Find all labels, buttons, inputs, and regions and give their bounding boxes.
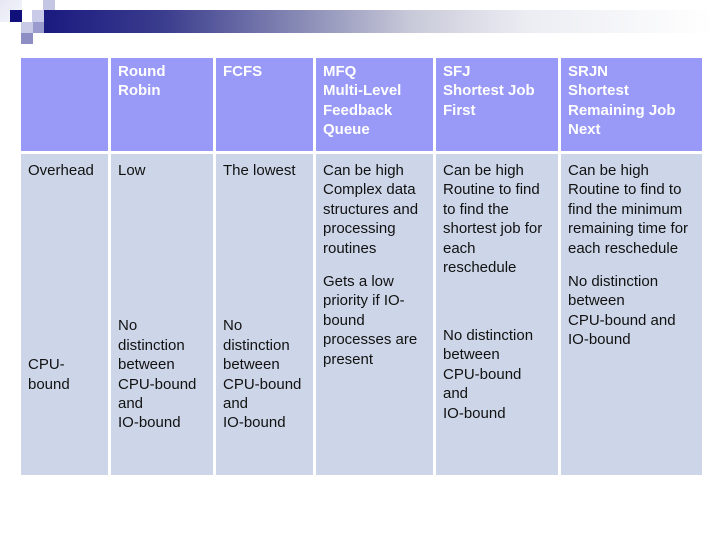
row-label-overhead: Overhead bbox=[21, 154, 108, 274]
header-cell-sfj: SFJ Shortest Job First bbox=[436, 58, 558, 154]
cell-text: No distinction between CPU-bound and IO-… bbox=[118, 317, 197, 432]
cell-overhead-fcfs: The lowest bbox=[216, 154, 313, 274]
row-label-cpu-bound: CPU- bound bbox=[21, 274, 108, 475]
header-cell-mfq: MFQ Multi-Level Feedback Queue bbox=[316, 58, 433, 154]
header-cell-srjn: SRJN Shortest Remaining Job Next bbox=[561, 58, 702, 154]
cell-overhead-sfj: Can be high Routine to find to find the … bbox=[436, 154, 558, 276]
decor-square-navy bbox=[10, 10, 22, 22]
header-cell-fcfs: FCFS bbox=[216, 58, 313, 154]
cell-cpu-bound-sfj: No distinction between CPU-bound and IO-… bbox=[436, 274, 558, 475]
title-banner-bar bbox=[44, 10, 714, 33]
header-cell-round-robin: Round Robin bbox=[111, 58, 213, 154]
scheduling-comparison-table: Round Robin FCFS MFQ Multi-Level Feedbac… bbox=[21, 58, 702, 478]
cell-cpu-bound-fcfs: No distinction between CPU-bound and IO-… bbox=[216, 274, 313, 475]
cell-overhead-mfq: Can be high Complex data structures and … bbox=[316, 154, 433, 274]
row-label-cpu-bound-text: CPU- bound bbox=[28, 356, 70, 393]
decor-square-medium bbox=[33, 22, 44, 33]
decor-square-lavender bbox=[32, 10, 44, 22]
cell-text: No distinction between CPU-bound and IO-… bbox=[223, 317, 302, 432]
cell-text: No distinction between CPU-bound and IO-… bbox=[443, 326, 534, 422]
cell-cpu-bound-round-robin: No distinction between CPU-bound and IO-… bbox=[111, 274, 213, 475]
cell-overhead-srjn: Can be high Routine to find to find the … bbox=[561, 154, 702, 274]
header-cell-empty bbox=[21, 58, 108, 154]
cell-text: Gets a low priority if IO- bound process… bbox=[323, 273, 418, 368]
cell-cpu-bound-mfq: Gets a low priority if IO- bound process… bbox=[316, 273, 433, 475]
decor-square-light bbox=[21, 22, 33, 33]
cell-text: No distinction between CPU-bound and IO-… bbox=[568, 273, 676, 349]
decor-square-slate bbox=[21, 33, 33, 44]
cell-overhead-round-robin: Low bbox=[111, 154, 213, 274]
cell-cpu-bound-srjn: No distinction between CPU-bound and IO-… bbox=[561, 273, 702, 475]
